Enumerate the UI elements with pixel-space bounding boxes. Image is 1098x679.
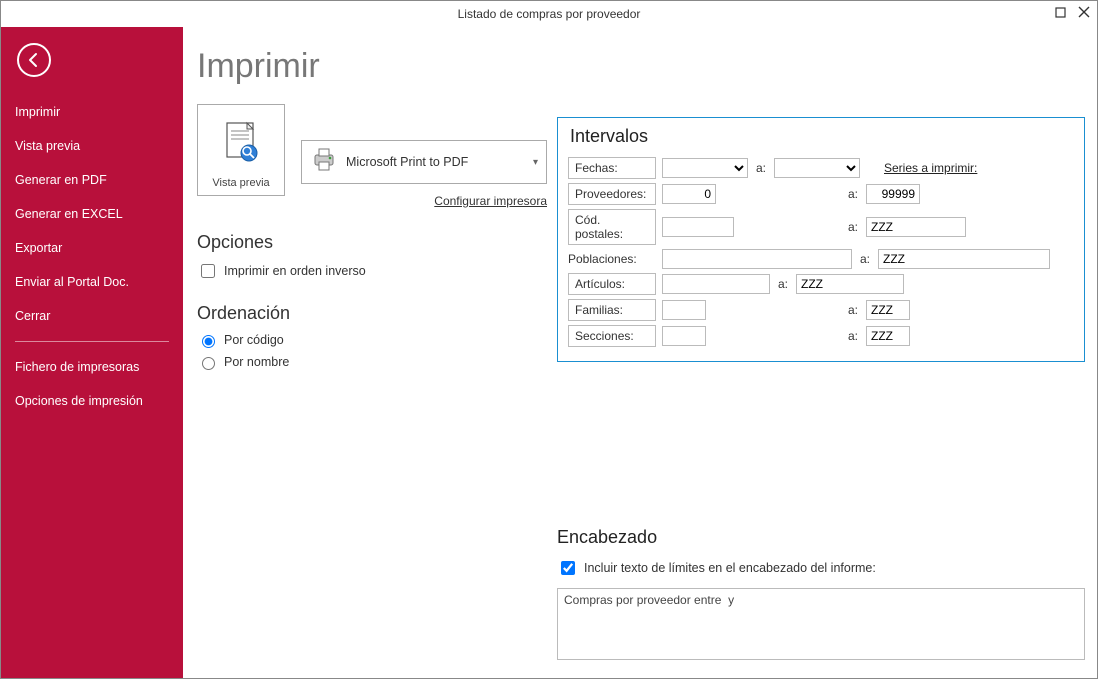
codpostales-from-input[interactable]	[662, 217, 734, 237]
codpostales-label: Cód. postales:	[568, 209, 656, 245]
configure-printer-link[interactable]: Configurar impresora	[434, 194, 547, 208]
a-sep-2: a:	[846, 187, 860, 201]
chevron-down-icon: ▾	[533, 157, 538, 168]
a-sep-7: a:	[846, 329, 860, 343]
encabezado-textarea[interactable]	[557, 588, 1085, 660]
articulos-label: Artículos:	[568, 273, 656, 295]
nav-exportar[interactable]: Exportar	[1, 231, 183, 265]
familias-to-input[interactable]	[866, 300, 910, 320]
nav-fichero-impresoras[interactable]: Fichero de impresoras	[1, 350, 183, 384]
a-sep-1: a:	[754, 161, 768, 175]
vista-previa-button[interactable]: Vista previa	[197, 104, 285, 196]
nav-cerrar[interactable]: Cerrar	[1, 299, 183, 333]
radio-por-codigo[interactable]	[202, 335, 215, 348]
page-title: Imprimir	[197, 47, 1075, 86]
printer-name: Microsoft Print to PDF	[346, 155, 525, 169]
nav-generar-pdf[interactable]: Generar en PDF	[1, 163, 183, 197]
window-title: Listado de compras por proveedor	[458, 7, 641, 21]
encabezado-heading: Encabezado	[557, 527, 1085, 548]
vista-previa-label: Vista previa	[212, 177, 269, 189]
intervalos-panel: Intervalos Fechas: a: Series a imprimir:…	[557, 117, 1085, 362]
nav-vista-previa[interactable]: Vista previa	[1, 129, 183, 163]
titlebar: Listado de compras por proveedor	[1, 1, 1097, 27]
nav-imprimir[interactable]: Imprimir	[1, 95, 183, 129]
proveedores-from-input[interactable]	[662, 184, 716, 204]
close-button[interactable]	[1077, 5, 1091, 19]
back-button[interactable]	[17, 43, 51, 77]
series-a-imprimir-link[interactable]: Series a imprimir:	[884, 161, 977, 175]
a-sep-5: a:	[776, 277, 790, 291]
printer-icon	[310, 147, 338, 178]
a-sep-4: a:	[858, 252, 872, 266]
codpostales-to-input[interactable]	[866, 217, 966, 237]
reverse-order-label: Imprimir en orden inverso	[224, 264, 366, 278]
nav-enviar-portal[interactable]: Enviar al Portal Doc.	[1, 265, 183, 299]
nav-generar-excel[interactable]: Generar en EXCEL	[1, 197, 183, 231]
printer-selector[interactable]: Microsoft Print to PDF ▾	[301, 140, 547, 184]
radio-por-nombre[interactable]	[202, 357, 215, 370]
secciones-from-input[interactable]	[662, 326, 706, 346]
poblaciones-label: Poblaciones:	[568, 249, 656, 269]
familias-label: Familias:	[568, 299, 656, 321]
fechas-to-input[interactable]	[774, 158, 860, 178]
nav-opciones-impresion[interactable]: Opciones de impresión	[1, 384, 183, 418]
intervalos-heading: Intervalos	[570, 126, 1074, 147]
a-sep-3: a:	[846, 220, 860, 234]
nav-separator	[15, 341, 169, 342]
articulos-from-input[interactable]	[662, 274, 770, 294]
articulos-to-input[interactable]	[796, 274, 904, 294]
fechas-from-input[interactable]	[662, 158, 748, 178]
incluir-limites-checkbox[interactable]	[561, 561, 575, 575]
proveedores-label: Proveedores:	[568, 183, 656, 205]
radio-por-nombre-label: Por nombre	[224, 355, 289, 369]
a-sep-6: a:	[846, 303, 860, 317]
fechas-label: Fechas:	[568, 157, 656, 179]
radio-por-codigo-label: Por código	[224, 333, 284, 347]
proveedores-to-input[interactable]	[866, 184, 920, 204]
poblaciones-to-input[interactable]	[878, 249, 1050, 269]
poblaciones-from-input[interactable]	[662, 249, 852, 269]
maximize-button[interactable]	[1053, 5, 1067, 19]
secciones-label: Secciones:	[568, 325, 656, 347]
reverse-order-checkbox[interactable]	[201, 264, 215, 278]
incluir-limites-row[interactable]: Incluir texto de límites en el encabezad…	[557, 558, 1085, 578]
print-dialog-window: Listado de compras por proveedor Imprimi…	[0, 0, 1098, 679]
main-panel: Imprimir	[183, 27, 1097, 678]
incluir-limites-label: Incluir texto de límites en el encabezad…	[584, 561, 876, 575]
secciones-to-input[interactable]	[866, 326, 910, 346]
encabezado-panel: Encabezado Incluir texto de límites en e…	[557, 527, 1085, 665]
document-preview-icon	[221, 111, 261, 177]
sidebar: Imprimir Vista previa Generar en PDF Gen…	[1, 27, 183, 678]
familias-from-input[interactable]	[662, 300, 706, 320]
